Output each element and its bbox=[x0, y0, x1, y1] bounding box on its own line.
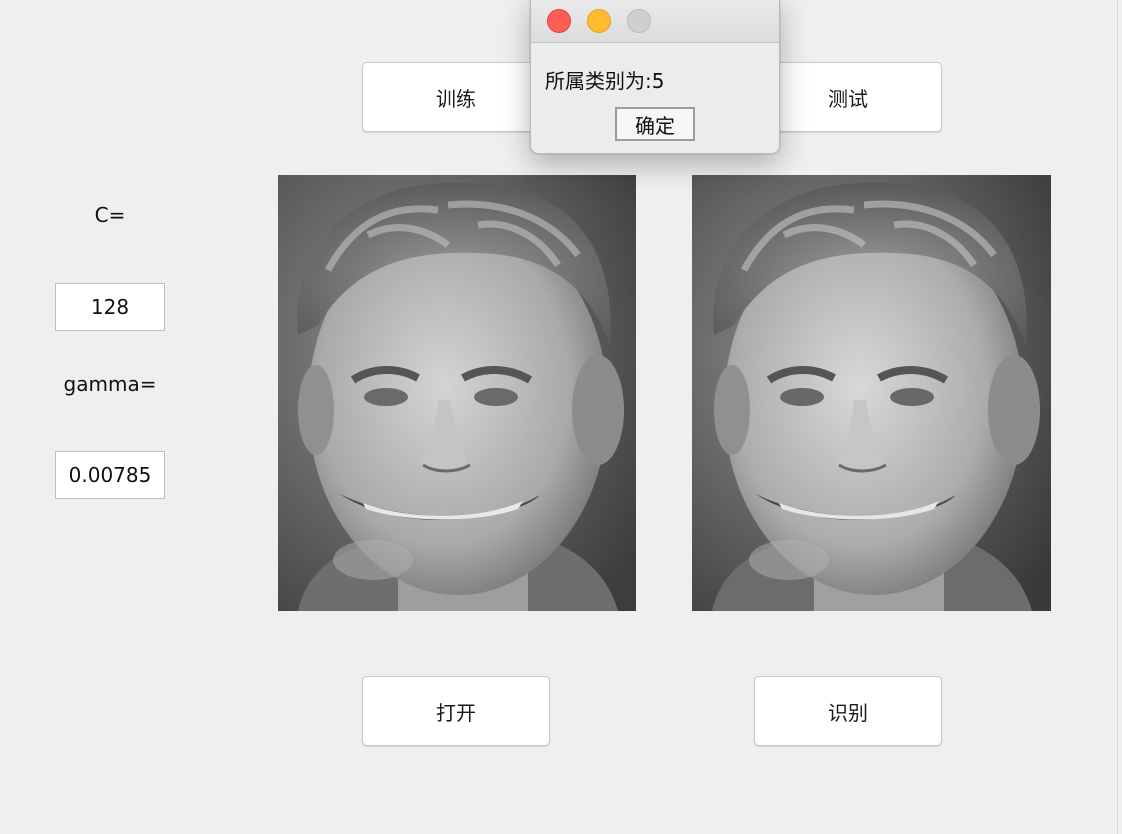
ok-button[interactable]: 确定 bbox=[615, 107, 695, 141]
result-dialog: 所属类别为:5 确定 bbox=[530, 0, 780, 154]
main-window: 训练 测试 C= gamma= bbox=[0, 0, 1122, 834]
gamma-input[interactable] bbox=[55, 451, 165, 499]
minimize-icon[interactable] bbox=[587, 9, 611, 33]
zoom-icon bbox=[627, 9, 651, 33]
train-button[interactable]: 训练 bbox=[362, 62, 550, 132]
query-face-image bbox=[278, 175, 636, 611]
test-button[interactable]: 测试 bbox=[754, 62, 942, 132]
c-input[interactable] bbox=[55, 283, 165, 331]
window-edge bbox=[1117, 0, 1118, 834]
result-message: 所属类别为:5 bbox=[545, 69, 665, 93]
close-icon[interactable] bbox=[547, 9, 571, 33]
open-button[interactable]: 打开 bbox=[362, 676, 550, 746]
gamma-label: gamma= bbox=[63, 372, 157, 396]
recognize-button[interactable]: 识别 bbox=[754, 676, 942, 746]
matched-face-image bbox=[692, 175, 1051, 611]
dialog-titlebar bbox=[531, 0, 779, 43]
c-label: C= bbox=[94, 203, 126, 227]
